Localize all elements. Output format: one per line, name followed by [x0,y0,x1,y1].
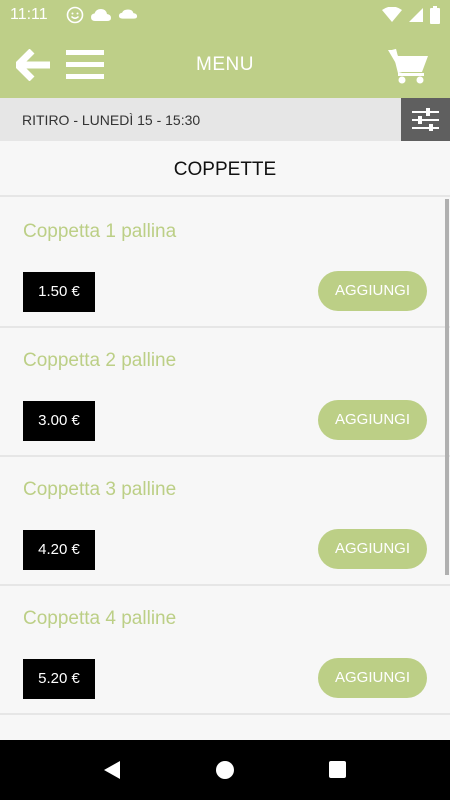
add-to-cart-button[interactable]: AGGIUNGI [318,271,427,311]
product-item: Coppetta 2 palline 3.00 € AGGIUNGI [0,328,450,457]
status-system-icons [382,6,440,24]
page-title: MENU [196,54,254,75]
product-item: Coppetta 4 palline 5.20 € AGGIUNGI [0,586,450,715]
add-to-cart-button[interactable]: AGGIUNGI [318,400,427,440]
cloud-icon [118,9,138,19]
product-name: Coppetta 2 palline [23,350,177,371]
product-item: Coppetta 1 pallina 1.50 € AGGIUNGI [0,199,450,328]
cart-button[interactable] [388,46,430,84]
product-price: 5.20 € [23,659,95,699]
category-title: COPPETTE [173,159,277,180]
product-item: Coppetta 3 palline 4.20 € AGGIUNGI [0,457,450,586]
system-nav-bar [0,740,450,800]
status-bar: 11:11 [0,0,450,32]
sliders-icon [412,108,439,131]
pickup-bar: RITIRO - LUNEDÌ 15 - 15:30 [0,98,450,141]
scrollbar[interactable] [445,199,449,575]
wifi-icon [382,7,402,22]
status-time: 11:11 [10,6,48,23]
category-header: COPPETTE [0,141,450,197]
product-price: 3.00 € [23,401,95,441]
filter-button[interactable] [401,98,450,141]
product-name: Coppetta 4 palline [23,608,177,629]
add-to-cart-button[interactable]: AGGIUNGI [318,658,427,698]
smiley-icon [66,6,84,24]
product-name: Coppetta 3 palline [23,479,177,500]
product-name: Coppetta 1 pallina [23,221,177,242]
pickup-info: RITIRO - LUNEDÌ 15 - 15:30 [22,112,201,128]
app-bar: MENU [0,32,450,98]
cart-icon [388,48,428,84]
product-list[interactable]: Coppetta 1 pallina 1.50 € AGGIUNGI Coppe… [0,199,450,740]
product-price: 4.20 € [23,530,95,570]
nav-back-icon[interactable] [102,760,122,780]
battery-icon [430,6,440,24]
cloud-icon [91,9,111,21]
signal-icon [409,8,423,22]
status-notification-icons [66,6,138,24]
nav-home-icon[interactable] [216,761,234,779]
product-price: 1.50 € [23,272,95,312]
add-to-cart-button[interactable]: AGGIUNGI [318,529,427,569]
nav-recents-icon[interactable] [329,761,346,778]
